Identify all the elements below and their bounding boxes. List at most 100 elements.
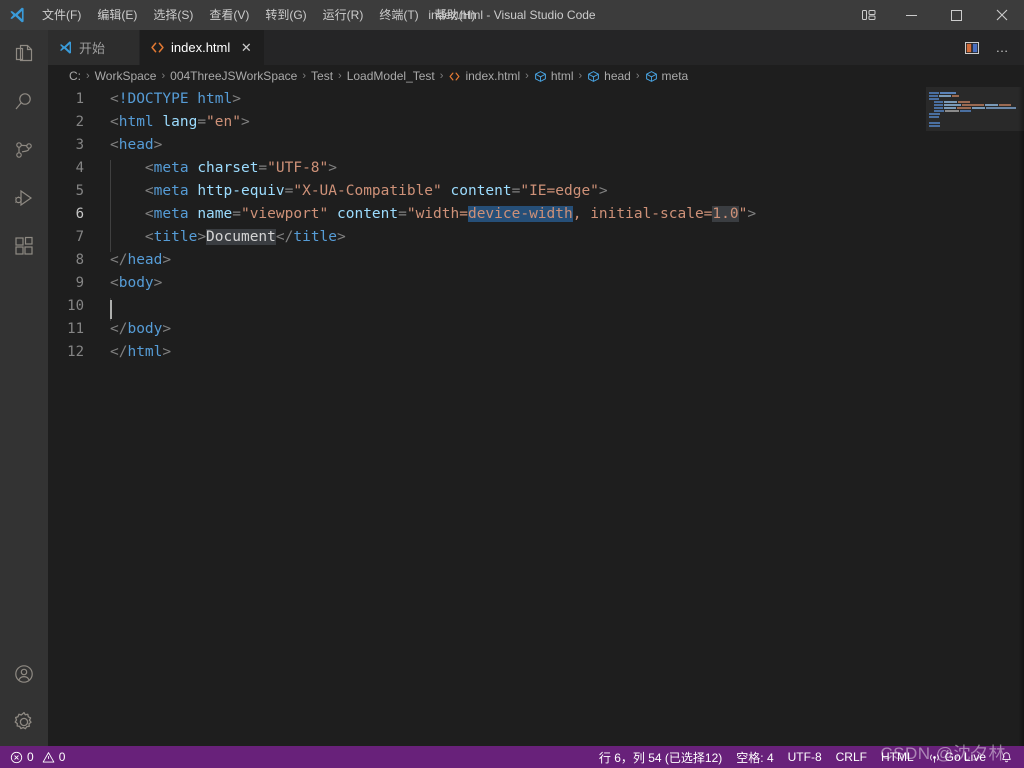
symbol-field-icon — [587, 70, 600, 83]
breadcrumb-separator: › — [578, 70, 583, 82]
breadcrumb-item-loadmodel[interactable]: LoadModel_Test — [345, 69, 437, 83]
menu-help[interactable]: 帮助(H) — [427, 0, 484, 30]
line-content: <meta name="viewport" content="width=dev… — [110, 205, 756, 229]
window-controls — [849, 0, 1024, 30]
code-line: 2 <html lang="en"> — [48, 110, 926, 133]
line-content: <body> — [110, 274, 163, 291]
line-number: 7 — [75, 228, 84, 245]
go-live-label: Go Live — [944, 750, 986, 764]
code-line: 1 <!DOCTYPE html> — [48, 87, 926, 110]
symbol-field-icon — [534, 70, 547, 83]
menu-file[interactable]: 文件(F) — [34, 0, 89, 30]
breadcrumb-item-threejs[interactable]: 004ThreeJSWorkSpace — [168, 69, 299, 83]
breadcrumb-separator: › — [86, 70, 90, 82]
breadcrumb-item-test[interactable]: Test — [309, 69, 335, 83]
workbench-body: 开始 ✕ index.html ✕ — [0, 30, 1024, 746]
search-icon[interactable] — [0, 78, 48, 126]
encoding-status[interactable]: UTF-8 — [781, 746, 829, 768]
cursor-position-status[interactable]: 行 6，列 54 (已选择12) — [592, 746, 729, 768]
line-content: <html lang="en"> — [110, 113, 250, 130]
account-icon[interactable] — [0, 650, 48, 698]
error-circle-icon — [10, 751, 23, 764]
breadcrumb-item-drive[interactable]: C: — [67, 69, 83, 83]
code-line: 9 <body> — [48, 271, 926, 294]
text-cursor — [110, 299, 112, 319]
breadcrumb-separator: › — [338, 70, 342, 82]
more-actions-button[interactable]: … — [988, 34, 1016, 62]
code-line: 7 <title>Document</title> — [48, 225, 926, 252]
minimap-line — [929, 124, 1024, 127]
explorer-icon[interactable] — [0, 30, 48, 78]
line-number: 12 — [67, 343, 84, 360]
error-count: 0 — [27, 750, 34, 764]
menu-edit[interactable]: 编辑(E) — [89, 0, 145, 30]
eol-status[interactable]: CRLF — [829, 746, 874, 768]
extensions-icon[interactable] — [0, 222, 48, 270]
warning-count: 0 — [58, 750, 66, 764]
code-editor[interactable]: 1 <!DOCTYPE html> 2 <html lang="en"> 3 <… — [48, 87, 926, 746]
breadcrumb-item-meta[interactable]: meta — [643, 69, 691, 83]
editor-group: 开始 ✕ index.html ✕ — [48, 30, 1024, 746]
line-number: 4 — [75, 159, 84, 176]
warning-triangle-icon — [42, 751, 55, 764]
breadcrumb-separator: › — [161, 70, 166, 82]
status-bar: 0 0 行 6，列 54 (已选择12) 空格: 4 UTF-8 CRLF HT… — [0, 746, 1024, 768]
maximize-button[interactable] — [934, 0, 979, 30]
tab-welcome[interactable]: 开始 ✕ — [48, 30, 141, 65]
line-number: 11 — [67, 320, 84, 337]
breadcrumb-item-head[interactable]: head — [585, 69, 633, 83]
language-mode-status[interactable]: HTML — [874, 746, 921, 768]
breadcrumb-item-workspace[interactable]: WorkSpace — [93, 69, 159, 83]
tab-list: 开始 ✕ index.html ✕ — [48, 30, 266, 65]
status-bar-left: 0 0 — [0, 746, 72, 768]
code-line: 4 <meta charset="UTF-8"> — [48, 156, 926, 183]
tab-bar: 开始 ✕ index.html ✕ — [48, 30, 1024, 65]
line-number: 6 — [75, 205, 84, 222]
breadcrumb-separator: › — [525, 70, 529, 82]
code-line: 5 <meta http-equiv="X-UA-Compatible" con… — [48, 179, 926, 206]
vscode-logo-icon — [0, 6, 34, 24]
status-bar-right: 行 6，列 54 (已选择12) 空格: 4 UTF-8 CRLF HTML G… — [592, 746, 1024, 768]
close-button[interactable] — [979, 0, 1024, 30]
line-number: 5 — [75, 182, 84, 199]
line-content: </html> — [110, 343, 172, 360]
code-line-current: 6 <meta name="viewport" content="width=d… — [48, 202, 926, 229]
menu-terminal[interactable]: 终端(T) — [371, 0, 426, 30]
editor-selection: device-width — [467, 205, 573, 222]
code-line: 12 </html> — [48, 340, 926, 363]
tab-index-html[interactable]: index.html ✕ — [140, 30, 266, 65]
customize-layout-icon[interactable] — [849, 0, 889, 30]
breadcrumb-item-file[interactable]: index.html — [446, 69, 522, 83]
tab-close-icon[interactable]: ✕ — [238, 40, 254, 56]
breadcrumb-separator: › — [635, 70, 640, 82]
split-editor-icon[interactable] — [958, 34, 986, 62]
breadcrumb-item-html[interactable]: html — [532, 69, 576, 83]
line-content: <meta charset="UTF-8"> — [110, 159, 337, 183]
settings-gear-icon[interactable] — [0, 698, 48, 746]
go-live-button[interactable]: Go Live — [921, 746, 993, 768]
vscode-logo-icon — [58, 40, 73, 55]
breadcrumb: C: › WorkSpace › 004ThreeJSWorkSpace › T… — [48, 65, 1024, 87]
vscode-window: 文件(F) 编辑(E) 选择(S) 查看(V) 转到(G) 运行(R) 终端(T… — [0, 0, 1024, 768]
problems-status[interactable]: 0 0 — [3, 746, 72, 768]
activity-bar — [0, 30, 48, 746]
menu-view[interactable]: 查看(V) — [201, 0, 257, 30]
editor-actions: … — [958, 30, 1024, 65]
line-number: 8 — [75, 251, 84, 268]
line-content — [110, 297, 145, 321]
menu-selection[interactable]: 选择(S) — [145, 0, 201, 30]
minimap[interactable] — [926, 87, 1024, 746]
notifications-bell-button[interactable] — [993, 746, 1020, 768]
title-bar: 文件(F) 编辑(E) 选择(S) 查看(V) 转到(G) 运行(R) 终端(T… — [0, 0, 1024, 30]
menu-go[interactable]: 转到(G) — [257, 0, 314, 30]
source-control-icon[interactable] — [0, 126, 48, 174]
breadcrumb-separator: › — [302, 70, 307, 82]
indentation-status[interactable]: 空格: 4 — [729, 746, 780, 768]
line-number: 9 — [75, 274, 84, 291]
line-content: </body> — [110, 320, 172, 337]
breadcrumb-separator: › — [439, 70, 444, 82]
menu-run[interactable]: 运行(R) — [315, 0, 372, 30]
minimize-button[interactable] — [889, 0, 934, 30]
run-and-debug-icon[interactable] — [0, 174, 48, 222]
line-number: 2 — [75, 113, 84, 130]
